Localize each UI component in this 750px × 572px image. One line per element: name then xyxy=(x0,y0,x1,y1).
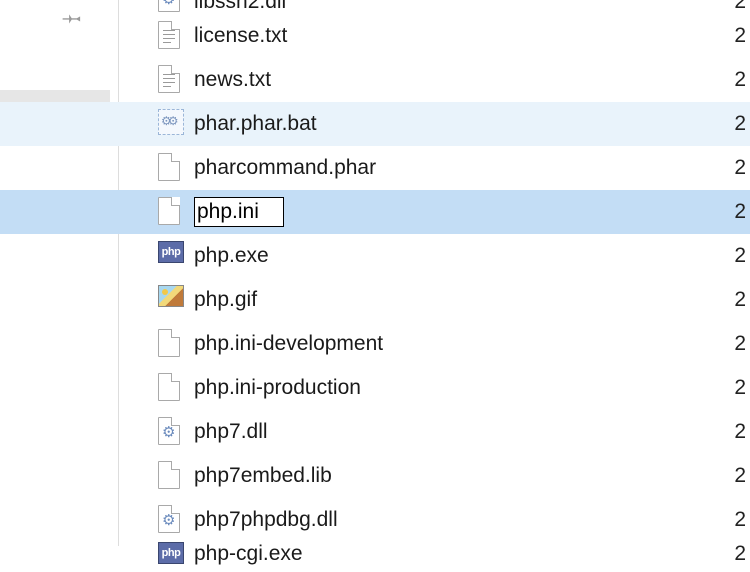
file-name: libssh2.dll xyxy=(194,0,286,14)
file-name: news.txt xyxy=(194,68,271,92)
file-date-partial: 2 xyxy=(734,244,746,268)
blank-file-icon xyxy=(158,461,184,491)
file-row[interactable]: libssh2.dll 2 xyxy=(146,0,750,14)
file-name: phar.phar.bat xyxy=(194,112,317,136)
file-name: php.exe xyxy=(194,244,269,268)
file-date-partial: 2 xyxy=(734,156,746,180)
file-date-partial: 2 xyxy=(734,200,746,224)
file-row[interactable]: php.ini-development 2 xyxy=(146,322,750,366)
file-name: php7phpdbg.dll xyxy=(194,508,338,532)
file-name: php7embed.lib xyxy=(194,464,332,488)
image-file-icon xyxy=(158,285,184,315)
file-list: libssh2.dll 2 license.txt 2 news.txt 2 phar.ph… xyxy=(146,0,750,572)
blank-file-icon xyxy=(158,153,184,183)
file-date-partial: 2 xyxy=(734,288,746,312)
file-date-partial: 2 xyxy=(734,24,746,48)
file-name: php.ini-production xyxy=(194,376,361,400)
pin-icon[interactable] xyxy=(62,6,84,28)
file-row[interactable]: php php.exe 2 xyxy=(146,234,750,278)
file-date-partial: 2 xyxy=(734,112,746,136)
file-row[interactable]: license.txt 2 xyxy=(146,14,750,58)
file-row[interactable]: news.txt 2 xyxy=(146,58,750,102)
file-date-partial: 2 xyxy=(734,332,746,356)
blank-file-icon xyxy=(158,329,184,359)
file-row[interactable]: 2 xyxy=(0,190,750,234)
file-name: php7.dll xyxy=(194,420,268,444)
blank-file-icon xyxy=(158,197,184,227)
file-row[interactable]: php7embed.lib 2 xyxy=(146,454,750,498)
blank-file-icon xyxy=(158,373,184,403)
file-row[interactable]: php.gif 2 xyxy=(146,278,750,322)
file-date-partial: 2 xyxy=(734,508,746,532)
file-date-partial: 2 xyxy=(734,464,746,488)
file-date-partial: 2 xyxy=(734,0,746,14)
file-date-partial: 2 xyxy=(734,420,746,444)
text-file-icon xyxy=(158,65,184,95)
file-date-partial: 2 xyxy=(734,376,746,400)
php-exe-icon: php xyxy=(158,542,184,572)
bat-file-icon xyxy=(158,109,184,139)
file-row[interactable]: php7phpdbg.dll 2 xyxy=(146,498,750,542)
file-row[interactable]: php.ini-production 2 xyxy=(146,366,750,410)
file-name: pharcommand.phar xyxy=(194,156,376,180)
php-exe-icon: php xyxy=(158,241,184,271)
divider xyxy=(118,0,119,546)
file-name: license.txt xyxy=(194,24,287,48)
dll-file-icon xyxy=(158,505,184,535)
sidebar xyxy=(0,0,118,546)
file-row[interactable]: pharcommand.phar 2 xyxy=(146,146,750,190)
text-file-icon xyxy=(158,21,184,51)
file-name: php.ini-development xyxy=(194,332,383,356)
file-name: php.gif xyxy=(194,288,257,312)
file-date-partial: 2 xyxy=(734,68,746,92)
file-row[interactable]: php7.dll 2 xyxy=(146,410,750,454)
file-row[interactable]: phpphp-cgi.exe2 xyxy=(146,542,750,572)
dll-file-icon xyxy=(158,0,184,14)
file-row[interactable]: phar.phar.bat 2 xyxy=(0,102,750,146)
dll-file-icon xyxy=(158,417,184,447)
file-rename-input[interactable] xyxy=(194,197,284,227)
